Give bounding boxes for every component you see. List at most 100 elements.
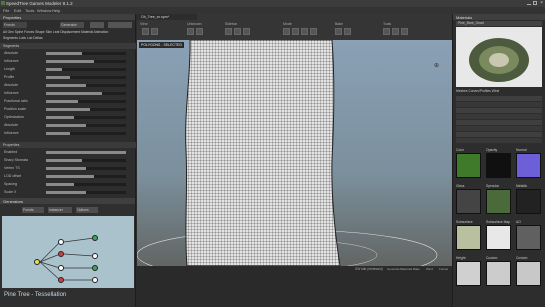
toolbar-button-1[interactable] [151,28,158,35]
tab-wind[interactable]: Wind [492,89,500,93]
instancer-button[interactable]: Instancer [48,207,72,213]
tree-node[interactable] [34,259,40,265]
material-name-field[interactable]: Pine_Bark_Gnarl [456,21,542,26]
frond-node[interactable] [58,251,64,257]
generator-button[interactable]: Generator [60,22,84,28]
asset-list-item[interactable] [456,102,542,107]
texture-thumbnail[interactable] [456,153,481,178]
property-slider[interactable] [46,92,126,95]
branch-node[interactable] [92,253,98,259]
tab-meshes[interactable]: Meshes [456,89,468,93]
toolbar-button-12[interactable] [344,28,351,35]
section-properties-header[interactable]: Properties [0,142,136,148]
texture-thumbnail[interactable] [486,261,511,286]
duplicate-button[interactable] [108,22,132,28]
tab-curves[interactable]: Curves/Profiles [468,89,490,93]
tab-leaf[interactable]: Leaf [53,30,59,34]
texture-thumbnail[interactable] [456,261,481,286]
property-slider[interactable] [46,159,126,162]
texture-thumbnail[interactable] [456,189,481,214]
asset-list-item[interactable] [456,96,542,101]
toolbar-button-13[interactable] [383,28,390,35]
property-slider[interactable] [46,151,126,154]
asset-list-item[interactable] [456,114,542,119]
asset-list-item[interactable] [456,132,542,137]
property-slider[interactable] [46,68,126,71]
texture-thumbnail[interactable] [456,225,481,250]
file-tab[interactable]: Oh_Tree_xx.spm* [137,14,197,20]
property-slider[interactable] [46,52,126,55]
leaf-mesh-node[interactable] [92,235,98,241]
menu-edit[interactable]: Edit [14,8,21,13]
tab-forces[interactable]: Forces [24,30,34,34]
asset-list-item[interactable] [456,108,542,113]
menu-window[interactable]: Window [37,8,51,13]
asset-list-item[interactable] [456,138,542,143]
toolbar-button-11[interactable] [335,28,342,35]
toolbar-button-4[interactable] [225,28,232,35]
status-button[interactable]: Generate [387,267,400,271]
toolbar-button-2[interactable] [187,28,194,35]
status-button[interactable]: Forces [439,267,448,271]
subtab-segments[interactable]: Segments [3,36,18,40]
menu-help[interactable]: Help [52,8,60,13]
toolbar-button-7[interactable] [283,28,290,35]
texture-thumbnail[interactable] [516,189,541,214]
asset-list-item[interactable] [456,120,542,125]
property-slider[interactable] [46,124,126,127]
property-slider[interactable] [46,132,126,135]
status-button[interactable]: Bake [413,267,420,271]
property-slider[interactable] [46,167,126,170]
menu-file[interactable]: File [3,8,9,13]
tree-trunk-mesh[interactable] [182,40,342,266]
property-slider[interactable] [46,116,126,119]
tab-spine[interactable]: Spine [15,30,23,34]
texture-thumbnail[interactable] [486,225,511,250]
property-slider[interactable] [46,84,126,87]
tab-shape[interactable]: Shape [35,30,45,34]
branch-node[interactable] [58,239,64,245]
options-button[interactable]: Options [76,207,98,213]
property-slider[interactable] [46,175,126,178]
subtab-lod-deltas[interactable]: Lod Deltas [27,36,43,40]
texture-thumbnail[interactable] [516,153,541,178]
toolbar-button-9[interactable] [301,28,308,35]
tab-all[interactable]: All [3,30,7,34]
leaf-node[interactable] [58,265,64,271]
navigation-compass-icon[interactable]: ⊕ [434,62,439,69]
leaf-mesh-node[interactable] [92,265,98,271]
toolbar-button-5[interactable] [234,28,241,35]
frond-node[interactable] [58,277,64,283]
property-slider[interactable] [46,100,126,103]
property-slider[interactable] [46,183,126,186]
toolbar-button-0[interactable] [142,28,149,35]
toolbar-button-6[interactable] [243,28,250,35]
property-slider[interactable] [46,108,126,111]
delete-button[interactable] [90,22,104,28]
toolbar-button-15[interactable] [401,28,408,35]
toolbar-button-3[interactable] [196,28,203,35]
fronds-button[interactable]: Fronds [22,207,44,213]
tab-material[interactable]: Material [81,30,93,34]
asset-list-item[interactable] [456,126,542,131]
texture-thumbnail[interactable] [486,189,511,214]
branch-node[interactable] [92,277,98,283]
minimize-icon[interactable] [527,1,531,5]
tab-animation[interactable]: Animation [94,30,109,34]
toolbar-button-8[interactable] [292,28,299,35]
node-name-field[interactable]: Fronds [3,22,27,28]
texture-thumbnail[interactable] [486,153,511,178]
status-button[interactable]: Wind [426,267,433,271]
3d-viewport[interactable]: POLYGONS - SELECTED ⊕ [137,40,452,266]
tab-displacement[interactable]: Displacement [60,30,80,34]
texture-thumbnail[interactable] [516,225,541,250]
generator-graph[interactable] [2,216,134,288]
property-slider[interactable] [46,60,126,63]
subtab-lods[interactable]: Lods [19,36,26,40]
property-slider[interactable] [46,191,126,194]
status-button[interactable]: Materials [400,267,412,271]
menu-tools[interactable]: Tools [25,8,34,13]
maximize-icon[interactable] [533,1,537,5]
tab-skin[interactable]: Skin [46,30,52,34]
close-icon[interactable]: × [540,0,543,6]
